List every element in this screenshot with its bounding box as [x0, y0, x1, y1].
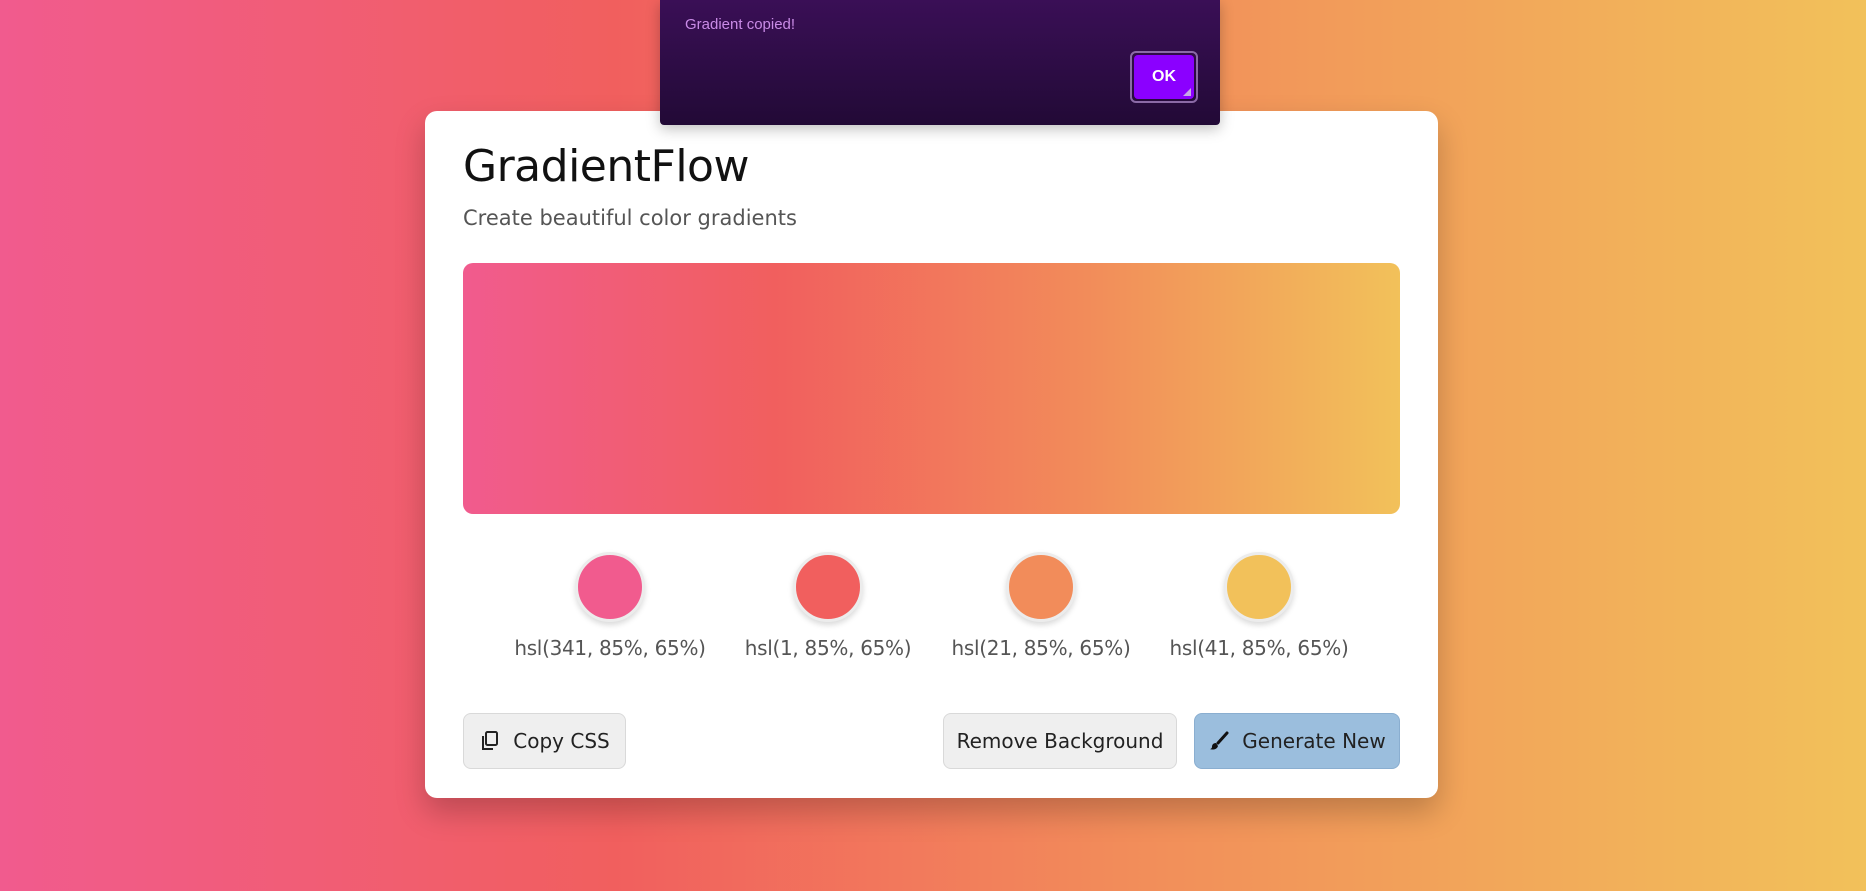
color-swatch-3[interactable]: hsl(21, 85%, 65%) [941, 552, 1141, 660]
copy-css-label: Copy CSS [513, 729, 610, 753]
color-swatch-4[interactable]: hsl(41, 85%, 65%) [1159, 552, 1359, 660]
swatch-circle[interactable] [1006, 552, 1076, 622]
swatch-label: hsl(21, 85%, 65%) [951, 636, 1131, 660]
copy-icon [479, 730, 501, 752]
swatch-label: hsl(1, 85%, 65%) [744, 636, 912, 660]
color-swatch-2[interactable]: hsl(1, 85%, 65%) [728, 552, 928, 660]
swatch-circle[interactable] [793, 552, 863, 622]
swatch-label: hsl(341, 85%, 65%) [514, 636, 706, 660]
toast-message: Gradient copied! [685, 16, 796, 33]
remove-background-label: Remove Background [956, 729, 1164, 753]
app-title: GradientFlow [463, 141, 749, 192]
swatch-circle[interactable] [1224, 552, 1294, 622]
toast-dialog: Gradient copied! OK [660, 0, 1220, 125]
app-subtitle: Create beautiful color gradients [463, 206, 797, 230]
generate-new-button[interactable]: Generate New [1194, 713, 1400, 769]
brush-icon [1208, 730, 1230, 752]
color-swatch-1[interactable]: hsl(341, 85%, 65%) [510, 552, 710, 660]
remove-background-button[interactable]: Remove Background [943, 713, 1177, 769]
gradient-preview [463, 263, 1400, 514]
swatch-label: hsl(41, 85%, 65%) [1169, 636, 1349, 660]
toast-ok-label: OK [1134, 55, 1194, 99]
generate-new-label: Generate New [1242, 729, 1386, 753]
copy-css-button[interactable]: Copy CSS [463, 713, 626, 769]
swatch-circle[interactable] [575, 552, 645, 622]
gradient-card: GradientFlow Create beautiful color grad… [425, 111, 1438, 798]
toast-ok-button[interactable]: OK [1130, 51, 1198, 103]
